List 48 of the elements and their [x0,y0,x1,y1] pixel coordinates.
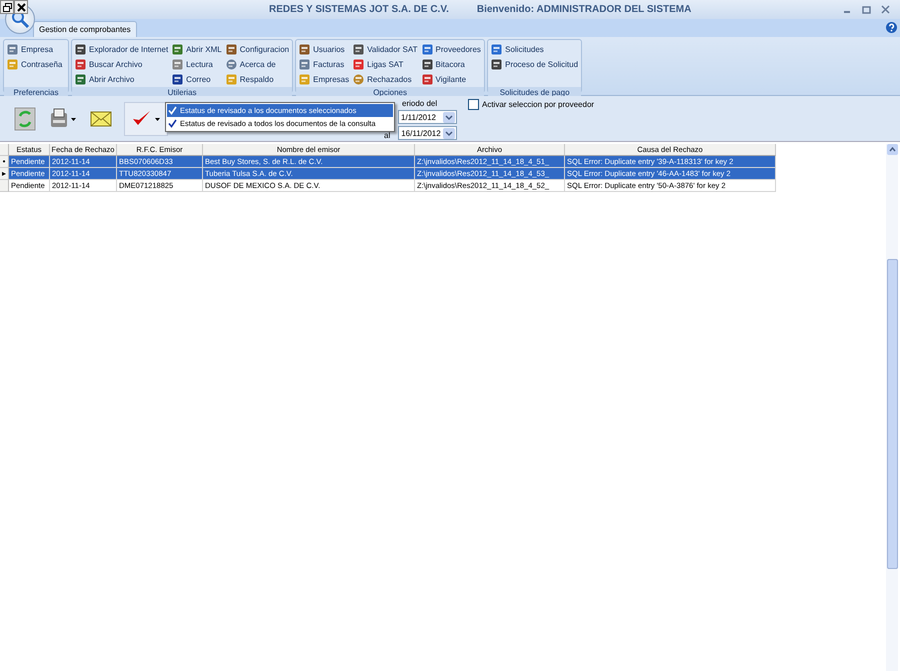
ribbon-button[interactable]: Validador SAT [353,42,418,57]
ribbon-tab[interactable]: Gestion de comprobantes [33,21,137,37]
checkbox-label: Activar seleccion por proveedor [482,100,594,109]
ribbon-button[interactable]: Acerca de [226,57,290,72]
ribbon-button[interactable]: Usuarios [299,42,350,57]
scroll-up-icon[interactable] [886,144,898,155]
dropdown-icon[interactable] [443,128,456,138]
maximize-icon[interactable] [862,5,871,14]
mark-reviewed-button[interactable] [124,102,168,136]
scrollbar[interactable] [886,144,898,671]
ribbon-button[interactable]: Buscar Archivo [75,57,168,72]
ribbon-button[interactable]: Explorador de Internet [75,42,168,57]
email-button[interactable] [90,110,112,128]
dropdown-icon[interactable] [443,112,455,122]
ribbon-button[interactable]: Lectura [172,57,222,72]
welcome-text: Bienvenido: ADMINISTRADOR DEL SISTEMA [476,4,692,15]
ribbon-button[interactable]: Rechazados [353,72,418,87]
row-header-corner [0,144,9,156]
ribbon-button[interactable]: Respaldo [226,72,290,87]
row-header[interactable]: ▸ [0,168,9,180]
scroll-thumb[interactable] [886,259,898,569]
ribbon-button[interactable]: Empresas [299,72,350,87]
ribbon-button[interactable]: Abrir XML [172,42,222,57]
help-icon[interactable] [886,22,897,33]
ribbon-button[interactable]: Proceso de Solicitud [491,57,578,72]
restore-button[interactable] [0,0,14,14]
ribbon-button[interactable]: Vigilante [422,72,481,87]
ribbon-button[interactable]: Bitacora [422,57,481,72]
refresh-icon [14,106,36,130]
ribbon-button[interactable]: Facturas [299,57,350,72]
ribbon-button[interactable]: Solicitudes [491,42,578,57]
ribbon-button[interactable]: Contraseña [7,57,62,72]
ribbon-button[interactable]: Configuracion [226,42,290,57]
ribbon-button[interactable]: Empresa [7,42,62,57]
period-to-label: al [384,130,390,140]
period-label: eriodo del [402,99,438,108]
ribbon-button[interactable]: Proveedores [422,42,481,57]
window-title: REDES Y SISTEMAS JOT S.A. DE C.V. [269,4,449,15]
checkbox[interactable] [468,99,479,110]
ribbon-button[interactable]: Ligas SAT [353,57,418,72]
envelope-icon [90,110,112,128]
date-to-field[interactable]: 16/11/2012 [398,126,458,140]
close-button[interactable] [14,0,28,14]
date-from-field[interactable]: 1/11/2012 [398,110,457,124]
close-icon[interactable] [881,5,890,14]
ribbon-button[interactable]: Abrir Archivo [75,72,168,87]
ribbon-button[interactable]: Correo [172,72,222,87]
row-header[interactable]: • [0,156,9,168]
